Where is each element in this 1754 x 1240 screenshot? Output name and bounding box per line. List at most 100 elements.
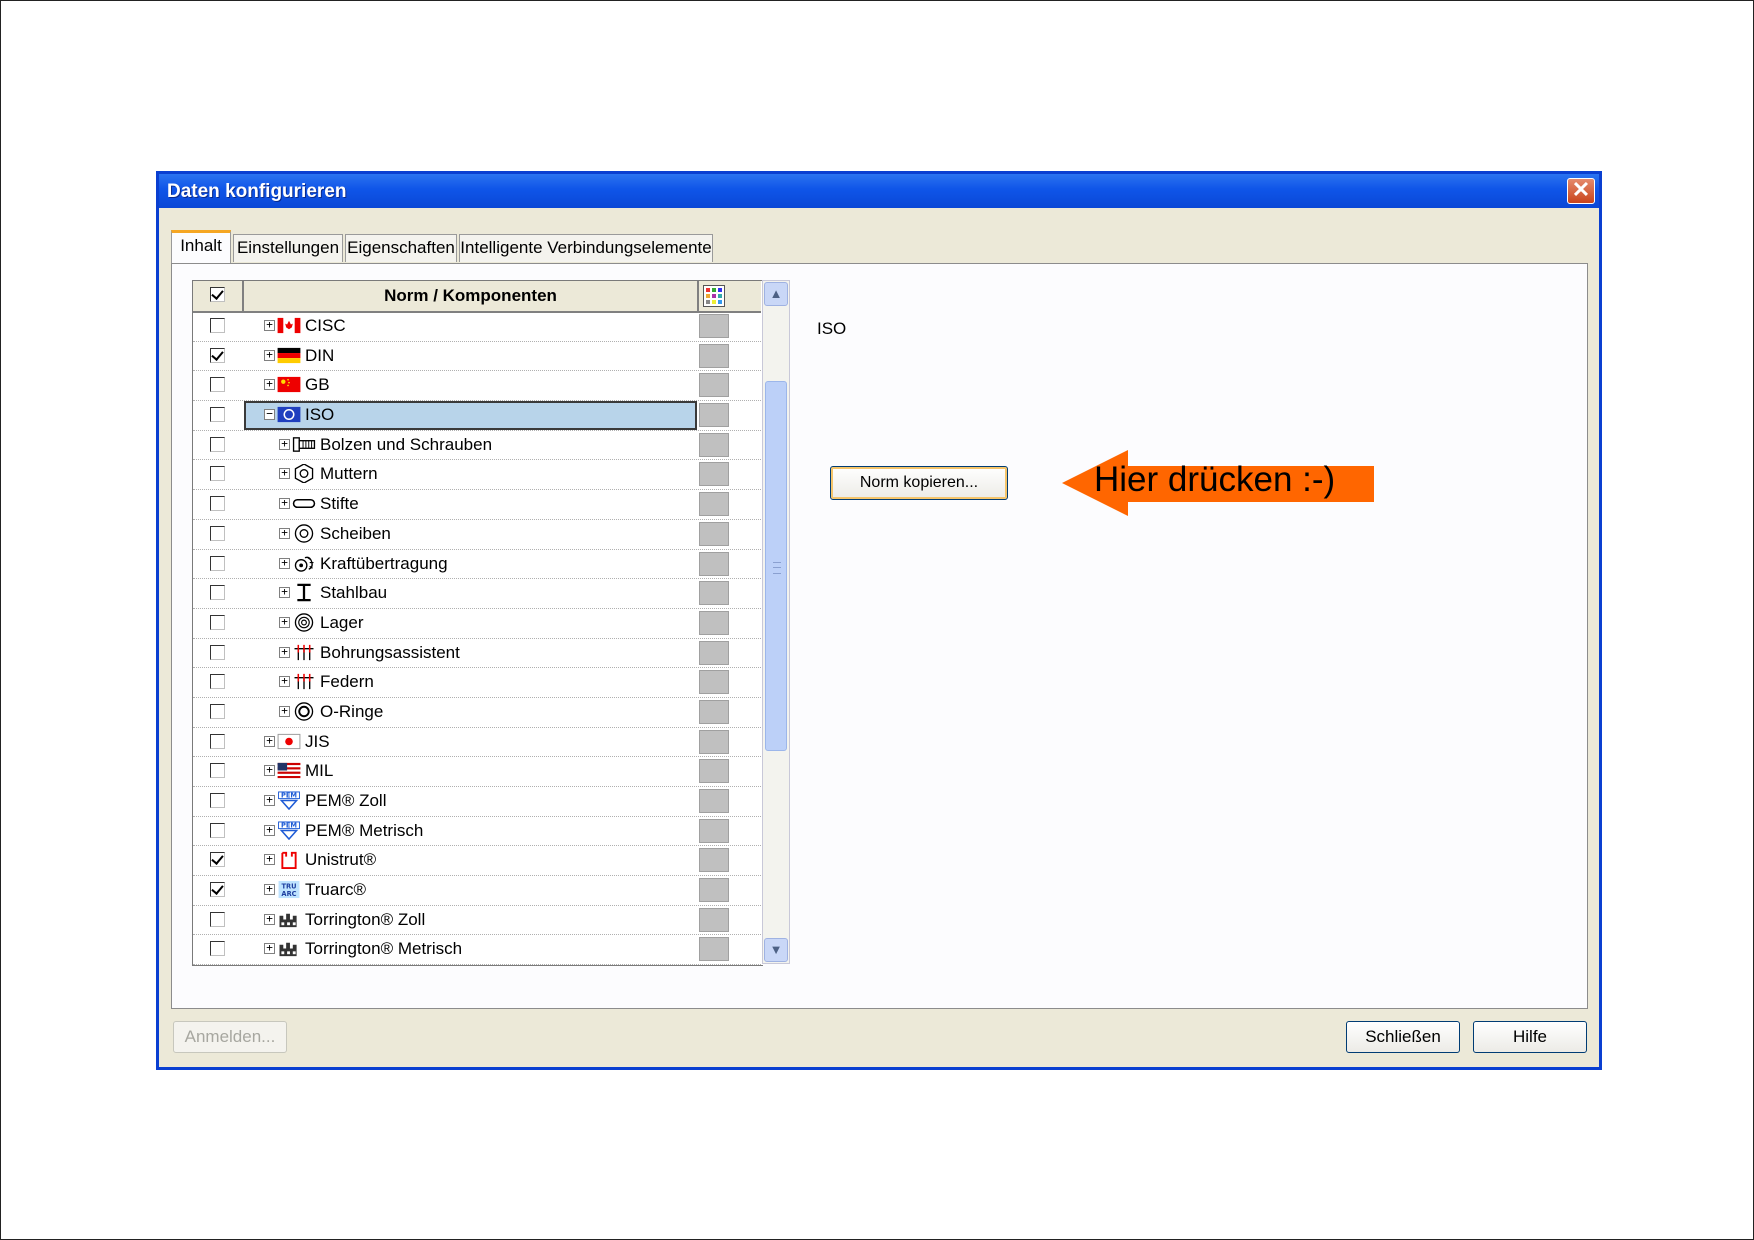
- norm-kopieren-button[interactable]: Norm kopieren...: [830, 466, 1008, 500]
- tree-row[interactable]: + Torrington® Zoll: [193, 906, 761, 936]
- row-color-swatch[interactable]: [699, 343, 729, 368]
- row-name-cell[interactable]: + Federn: [244, 668, 697, 697]
- tree-row[interactable]: + GB: [193, 371, 761, 402]
- tree-row[interactable]: + TRU ARC Truarc®: [193, 876, 761, 906]
- expand-icon[interactable]: +: [279, 675, 290, 688]
- row-name-cell[interactable]: + JIS: [244, 728, 697, 757]
- expand-icon[interactable]: +: [279, 616, 290, 628]
- expand-icon[interactable]: +: [279, 705, 290, 717]
- expand-icon[interactable]: +: [279, 557, 290, 569]
- row-name-cell[interactable]: + CISC: [244, 312, 697, 341]
- tree-row[interactable]: + Unistrut®: [193, 846, 761, 877]
- expand-icon[interactable]: +: [279, 586, 290, 599]
- row-checkbox[interactable]: [210, 555, 225, 571]
- row-color-swatch[interactable]: [699, 314, 729, 338]
- row-name-cell[interactable]: + Kraftübertragung: [244, 550, 697, 579]
- row-checkbox[interactable]: [210, 882, 225, 898]
- expand-icon[interactable]: +: [279, 527, 290, 539]
- tree-row[interactable]: + PEM PEM® Metrisch: [193, 817, 761, 847]
- row-color-swatch[interactable]: [699, 848, 729, 873]
- tree-row[interactable]: + PEM PEM® Zoll: [193, 787, 761, 817]
- row-color-swatch[interactable]: [699, 373, 729, 398]
- hilfe-button[interactable]: Hilfe: [1473, 1021, 1587, 1053]
- row-checkbox[interactable]: [210, 911, 225, 927]
- row-checkbox[interactable]: [210, 822, 225, 838]
- tree-row[interactable]: + DIN: [193, 342, 761, 372]
- row-checkbox[interactable]: [210, 614, 225, 630]
- tree-row[interactable]: − ISO: [193, 401, 761, 431]
- row-name-cell[interactable]: + Lager: [244, 609, 697, 638]
- scroll-thumb[interactable]: [765, 381, 787, 751]
- row-color-swatch[interactable]: [699, 551, 729, 576]
- row-color-swatch[interactable]: [699, 492, 729, 517]
- expand-icon[interactable]: +: [264, 824, 275, 836]
- close-icon[interactable]: ✕: [1567, 178, 1595, 204]
- tree-row[interactable]: + CISC: [193, 312, 761, 342]
- row-checkbox[interactable]: [210, 733, 225, 749]
- row-name-cell[interactable]: + Torrington® Zoll: [244, 906, 697, 935]
- row-name-cell[interactable]: + Stifte: [244, 490, 697, 519]
- collapse-icon[interactable]: −: [264, 408, 275, 421]
- expand-icon[interactable]: +: [264, 378, 275, 391]
- tree-row[interactable]: + O-Ringe: [193, 698, 761, 728]
- row-checkbox[interactable]: [210, 703, 225, 719]
- tree-row[interactable]: + Muttern: [193, 460, 761, 491]
- row-name-cell[interactable]: − ISO: [244, 401, 697, 430]
- row-checkbox[interactable]: [210, 852, 225, 868]
- expand-icon[interactable]: +: [279, 467, 290, 480]
- row-name-cell[interactable]: + PEM PEM® Zoll: [244, 787, 697, 816]
- row-checkbox[interactable]: [210, 407, 225, 423]
- expand-icon[interactable]: +: [264, 883, 275, 896]
- row-checkbox[interactable]: [210, 763, 225, 779]
- row-color-swatch[interactable]: [699, 670, 729, 695]
- schliessen-button[interactable]: Schließen: [1346, 1021, 1460, 1053]
- expand-icon[interactable]: +: [264, 349, 275, 361]
- row-name-cell[interactable]: + Unistrut®: [244, 846, 697, 875]
- tree-row[interactable]: + Stahlbau: [193, 579, 761, 609]
- row-color-swatch[interactable]: [699, 937, 729, 962]
- column-header-norm[interactable]: Norm / Komponenten: [244, 281, 699, 311]
- tree-row[interactable]: + Lager: [193, 609, 761, 639]
- row-name-cell[interactable]: + Bolzen und Schrauben: [244, 431, 697, 460]
- tree-row[interactable]: + Stifte: [193, 490, 761, 520]
- tree-row[interactable]: + MIL: [193, 757, 761, 787]
- row-checkbox[interactable]: [210, 793, 225, 808]
- scroll-up-button[interactable]: ▲: [764, 282, 788, 306]
- row-color-swatch[interactable]: [699, 403, 729, 428]
- row-name-cell[interactable]: + Scheiben: [244, 520, 697, 549]
- row-name-cell[interactable]: + PEM PEM® Metrisch: [244, 817, 697, 846]
- tree-row[interactable]: + Bolzen und Schrauben: [193, 431, 761, 461]
- tab-einstellungen[interactable]: Einstellungen: [233, 234, 343, 262]
- row-name-cell[interactable]: + TRU ARC Truarc®: [244, 876, 697, 905]
- anmelden-button[interactable]: Anmelden...: [173, 1021, 287, 1053]
- row-color-swatch[interactable]: [699, 789, 729, 813]
- expand-icon[interactable]: +: [279, 646, 290, 658]
- row-color-swatch[interactable]: [699, 462, 729, 487]
- row-name-cell[interactable]: + Bohrungsassistent: [244, 639, 697, 668]
- title-bar[interactable]: Daten konfigurieren ✕: [159, 174, 1599, 208]
- tree-row[interactable]: + Federn: [193, 668, 761, 698]
- row-name-cell[interactable]: + Stahlbau: [244, 579, 697, 608]
- expand-icon[interactable]: +: [264, 913, 275, 925]
- row-checkbox[interactable]: [210, 377, 225, 393]
- color-column-header[interactable]: [699, 281, 761, 311]
- row-checkbox[interactable]: [210, 941, 225, 957]
- row-color-swatch[interactable]: [699, 759, 729, 784]
- row-name-cell[interactable]: + Torrington® Metrisch: [244, 935, 697, 964]
- row-color-swatch[interactable]: [699, 699, 729, 724]
- row-name-cell[interactable]: + GB: [244, 371, 697, 400]
- tab-intelligente-verbindungselemente[interactable]: Intelligente Verbindungselemente: [459, 234, 713, 262]
- row-name-cell[interactable]: + DIN: [244, 342, 697, 371]
- tab-inhalt[interactable]: Inhalt: [171, 230, 231, 263]
- scroll-down-button[interactable]: ▼: [764, 938, 788, 962]
- expand-icon[interactable]: +: [264, 794, 275, 806]
- row-color-swatch[interactable]: [699, 581, 729, 606]
- row-color-swatch[interactable]: [699, 610, 729, 635]
- tree-row[interactable]: + Bohrungsassistent: [193, 639, 761, 669]
- row-checkbox[interactable]: [210, 585, 225, 601]
- row-color-swatch[interactable]: [699, 729, 729, 754]
- row-color-swatch[interactable]: [699, 818, 729, 843]
- row-checkbox[interactable]: [210, 496, 225, 512]
- expand-icon[interactable]: +: [279, 497, 290, 510]
- expand-icon[interactable]: +: [264, 319, 275, 331]
